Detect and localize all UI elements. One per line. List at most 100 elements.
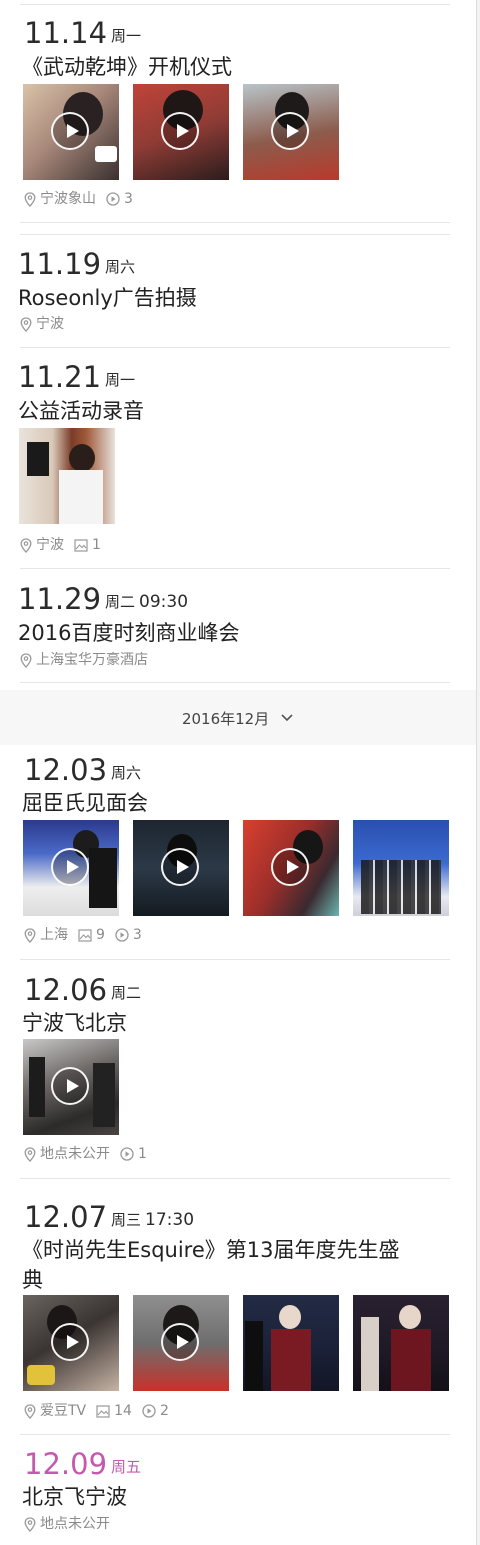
location-text: 爱豆TV xyxy=(40,1403,87,1419)
event-title-line: 《时尚先生Esquire》第13届年度先生盛 xyxy=(22,1238,400,1262)
divider xyxy=(20,4,450,5)
weekday: 周三 xyxy=(111,1211,142,1229)
play-icon xyxy=(271,112,309,150)
video-count: 3 xyxy=(106,190,133,208)
play-icon xyxy=(161,848,199,886)
event-title-line: 典 xyxy=(22,1268,43,1292)
video-thumbnail[interactable] xyxy=(133,1295,229,1391)
location-text: 地点未公开 xyxy=(40,1146,110,1162)
event-date: 11.14 周一 xyxy=(24,17,141,52)
video-thumbnail[interactable] xyxy=(133,84,229,180)
event-meta: 宁波象山 3 xyxy=(24,190,133,208)
video-count: 2 xyxy=(142,1402,169,1420)
image-count-icon xyxy=(74,538,88,552)
play-icon xyxy=(271,848,309,886)
event-title[interactable]: Roseonly广告拍摄 xyxy=(18,283,197,313)
image-count-icon xyxy=(96,1404,110,1418)
event-date: 12.06 周二 xyxy=(24,974,141,1009)
event-title[interactable]: 屈臣氏见面会 xyxy=(22,788,148,818)
divider xyxy=(20,234,450,235)
video-thumbnail[interactable] xyxy=(133,820,229,916)
video-count-icon xyxy=(142,1404,156,1418)
divider xyxy=(20,222,450,223)
event-meta: 宁波 xyxy=(20,315,64,333)
image-thumbnail[interactable] xyxy=(353,820,449,916)
event-date: 11.21 周一 xyxy=(18,361,135,396)
date-text: 11.29 xyxy=(18,582,102,616)
location-text: 宁波象山 xyxy=(40,191,96,207)
divider xyxy=(20,347,450,348)
divider xyxy=(20,959,450,960)
play-icon xyxy=(51,1067,89,1105)
date-text: 12.03 xyxy=(24,753,108,787)
event-title[interactable]: 2016百度时刻商业峰会 xyxy=(18,618,239,648)
location-pin-icon xyxy=(20,652,32,668)
event-meta: 地点未公开 xyxy=(24,1515,110,1533)
play-icon xyxy=(161,112,199,150)
video-thumbnail[interactable] xyxy=(23,1295,119,1391)
location-pin-icon xyxy=(24,1516,36,1532)
video-thumbnail[interactable] xyxy=(23,1039,119,1135)
video-count: 3 xyxy=(115,926,142,944)
image-count-text: 14 xyxy=(114,1403,132,1419)
video-thumbnail[interactable] xyxy=(23,820,119,916)
event-title[interactable]: 《时尚先生Esquire》第13届年度先生盛 典 xyxy=(22,1235,400,1295)
divider xyxy=(20,1434,450,1435)
location-text: 地点未公开 xyxy=(40,1516,110,1532)
event-meta: 上海 9 3 xyxy=(24,926,142,944)
event-title[interactable]: 北京飞宁波 xyxy=(22,1482,127,1512)
event-title[interactable]: 公益活动录音 xyxy=(18,396,144,426)
play-icon xyxy=(51,848,89,886)
month-label-text: 2016年12月 xyxy=(181,710,270,728)
event-date: 12.07 周三 17:30 xyxy=(24,1201,194,1236)
event-time: 09:30 xyxy=(139,592,189,612)
video-count-icon xyxy=(106,192,120,206)
event-title[interactable]: 《武动乾坤》开机仪式 xyxy=(22,52,232,82)
video-thumbnail[interactable] xyxy=(23,84,119,180)
image-thumbnail[interactable] xyxy=(353,1295,449,1391)
weekday: 周二 xyxy=(111,984,142,1002)
date-text: 12.06 xyxy=(24,973,108,1007)
event-date: 12.03 周六 xyxy=(24,754,141,789)
divider xyxy=(20,1178,450,1179)
video-count: 1 xyxy=(120,1145,147,1163)
event-title[interactable]: 宁波飞北京 xyxy=(22,1008,127,1038)
image-thumbnail[interactable] xyxy=(19,428,115,524)
location-text: 宁波 xyxy=(36,316,64,332)
video-count-text: 3 xyxy=(132,927,142,943)
event-meta: 爱豆TV 14 2 xyxy=(24,1402,169,1420)
event-date: 11.19 周六 xyxy=(18,248,135,283)
location-pin-icon xyxy=(24,1403,36,1419)
location-text: 上海宝华万豪酒店 xyxy=(36,652,148,668)
video-count-icon xyxy=(115,928,129,942)
image-count: 9 xyxy=(78,926,105,944)
weekday: 周六 xyxy=(111,764,142,782)
weekday: 周一 xyxy=(105,371,136,389)
video-count-text: 1 xyxy=(138,1146,147,1162)
video-count-icon xyxy=(120,1147,134,1161)
divider xyxy=(20,568,450,569)
divider xyxy=(20,682,450,683)
date-text: 12.09 xyxy=(24,1447,108,1481)
image-thumbnail[interactable] xyxy=(243,1295,339,1391)
location-pin-icon xyxy=(20,316,32,332)
location-pin-icon xyxy=(24,191,36,207)
play-icon xyxy=(51,112,89,150)
play-icon xyxy=(161,1323,199,1361)
month-label[interactable]: 2016年12月 xyxy=(0,708,476,729)
location-pin-icon xyxy=(24,1146,36,1162)
event-date: 11.29 周二 09:30 xyxy=(18,583,188,618)
video-thumbnail[interactable] xyxy=(243,84,339,180)
weekday: 周一 xyxy=(111,27,142,45)
location-pin-icon xyxy=(20,537,32,553)
event-meta: 宁波 1 xyxy=(20,536,101,554)
date-text: 12.07 xyxy=(24,1200,108,1234)
video-thumbnail[interactable] xyxy=(243,820,339,916)
location-text: 宁波 xyxy=(36,537,64,553)
weekday: 周五 xyxy=(111,1458,142,1476)
month-divider[interactable]: 2016年12月 xyxy=(0,690,476,745)
location-text: 上海 xyxy=(40,927,68,943)
image-count-text: 1 xyxy=(92,537,101,553)
play-icon xyxy=(51,1323,89,1361)
event-date-highlighted: 12.09 周五 xyxy=(24,1448,141,1483)
